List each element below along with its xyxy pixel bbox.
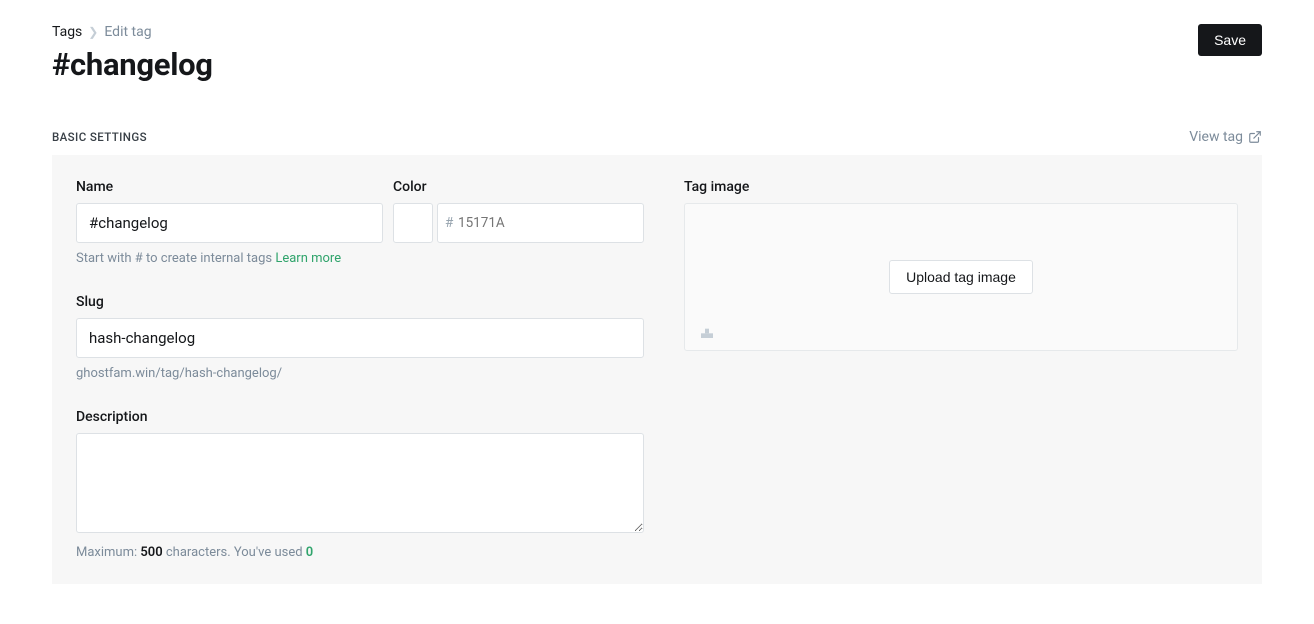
section-heading: BASIC SETTINGS: [52, 130, 147, 144]
basic-settings-panel: Name Start with # to create internal tag…: [52, 155, 1262, 584]
name-hint: Start with # to create internal tags Lea…: [76, 251, 383, 266]
breadcrumb-current: Edit tag: [104, 24, 151, 40]
external-link-icon: [1248, 130, 1262, 144]
name-input[interactable]: [76, 203, 383, 243]
chevron-right-icon: ❯: [88, 25, 98, 39]
name-label: Name: [76, 179, 383, 195]
description-input[interactable]: [76, 433, 644, 533]
image-icon: [699, 324, 715, 340]
color-input[interactable]: [437, 203, 644, 243]
hash-icon: #: [445, 215, 453, 231]
slug-label: Slug: [76, 294, 644, 310]
color-label: Color: [393, 179, 644, 195]
view-tag-label: View tag: [1189, 129, 1243, 145]
learn-more-link[interactable]: Learn more: [275, 251, 341, 266]
page-title: #changelog: [52, 46, 213, 83]
tag-image-label: Tag image: [684, 179, 1238, 195]
slug-input[interactable]: [76, 318, 644, 358]
view-tag-link[interactable]: View tag: [1189, 129, 1262, 145]
breadcrumb-root[interactable]: Tags: [52, 24, 82, 40]
upload-tag-image-button[interactable]: Upload tag image: [889, 260, 1033, 294]
tag-image-uploader[interactable]: Upload tag image: [684, 203, 1238, 351]
color-swatch[interactable]: [393, 203, 433, 243]
slug-preview: ghostfam.win/tag/hash-changelog/: [76, 366, 644, 381]
breadcrumb: Tags ❯ Edit tag: [52, 24, 213, 40]
description-counter: Maximum: 500 characters. You've used 0: [76, 545, 644, 560]
description-label: Description: [76, 409, 644, 425]
save-button[interactable]: Save: [1198, 24, 1262, 56]
